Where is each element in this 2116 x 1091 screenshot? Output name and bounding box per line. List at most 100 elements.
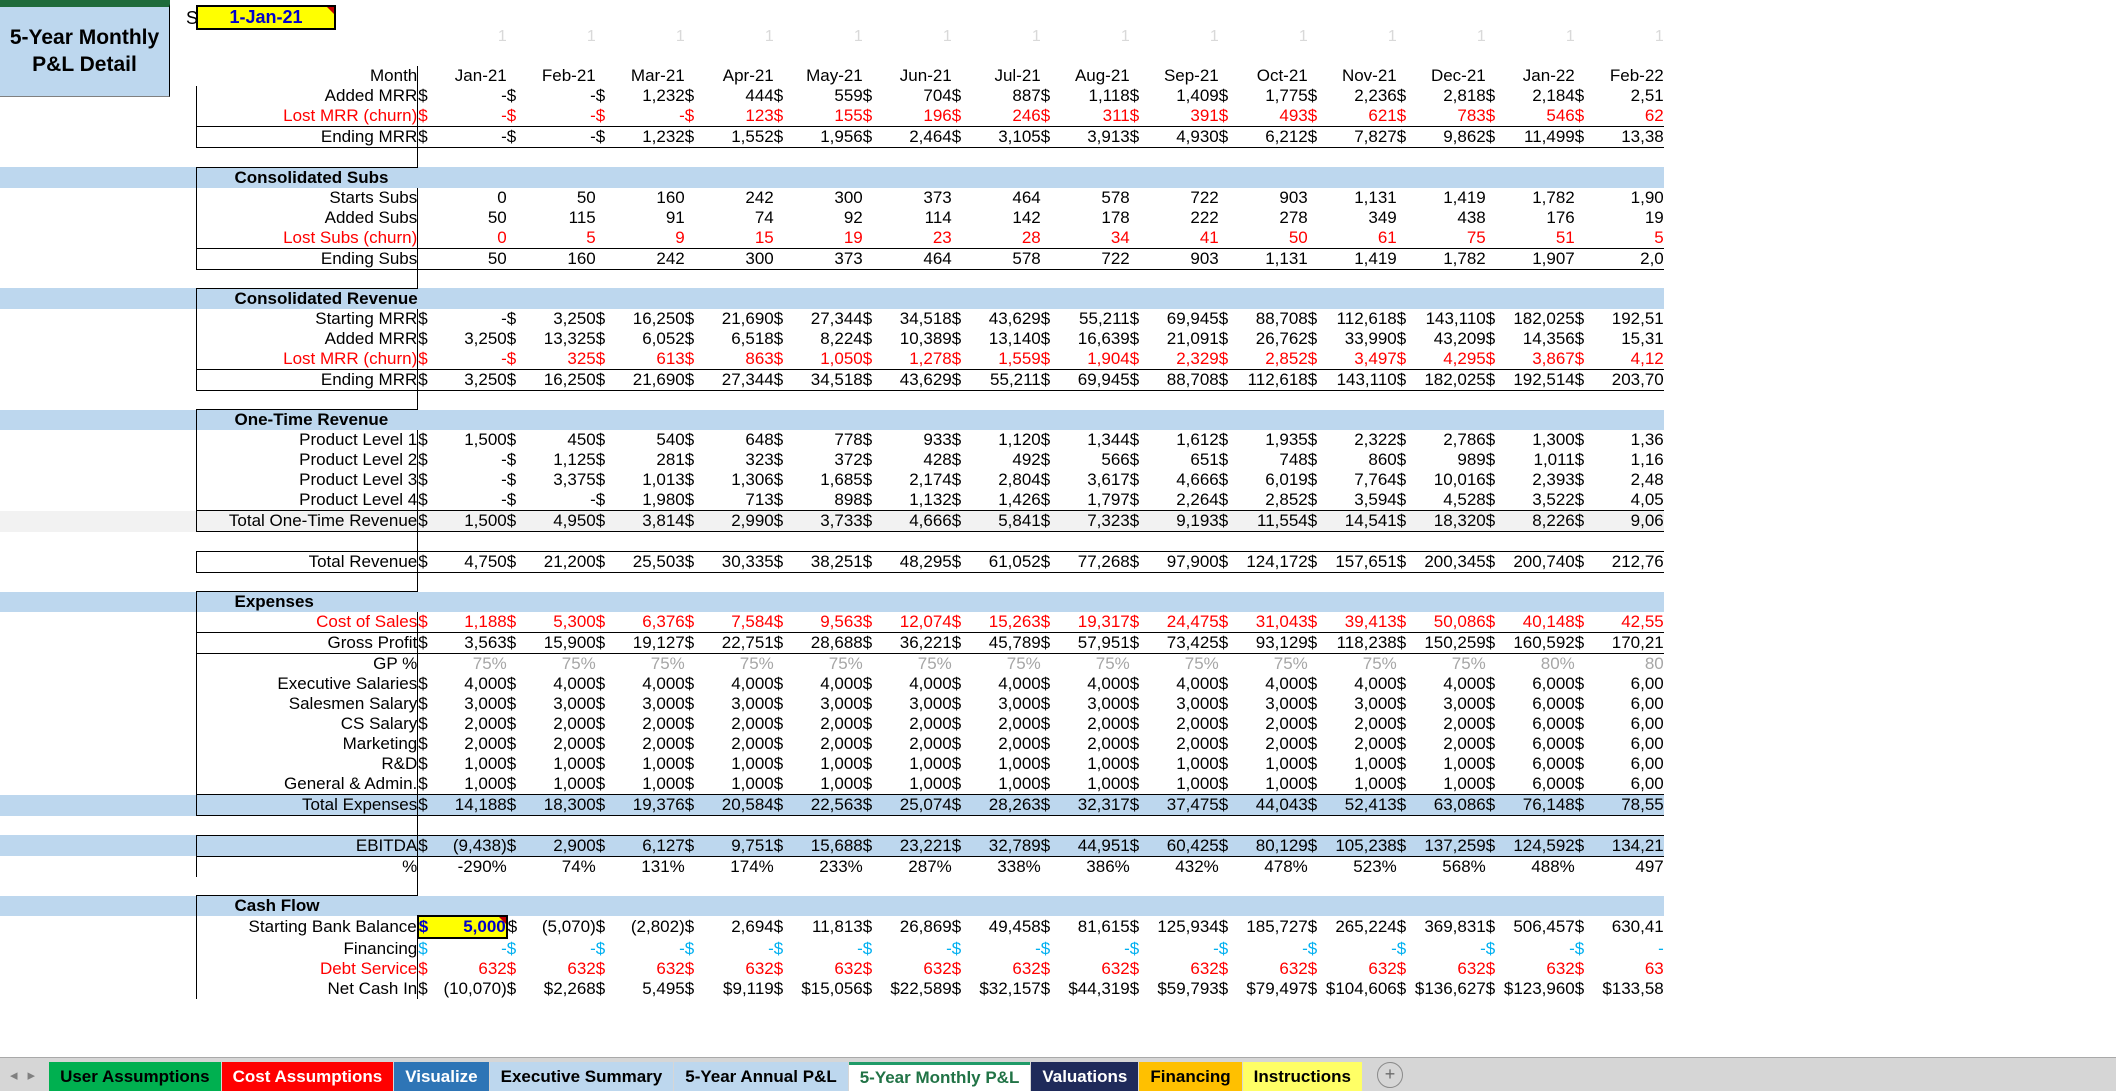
data-cell[interactable]: 2,264 bbox=[1144, 490, 1219, 511]
data-cell[interactable]: 178 bbox=[1055, 208, 1129, 228]
data-cell[interactable]: 3,000 bbox=[1144, 694, 1219, 714]
data-cell[interactable]: 131% bbox=[610, 856, 684, 877]
data-cell[interactable]: 52,413 bbox=[1321, 794, 1397, 817]
data-cell[interactable]: 26,762 bbox=[1233, 329, 1308, 349]
data-cell[interactable]: 464 bbox=[966, 188, 1040, 208]
data-cell[interactable]: 4,528 bbox=[1411, 490, 1486, 511]
data-cell[interactable]: 1,000 bbox=[1411, 754, 1486, 774]
data-cell[interactable]: 170,21 bbox=[1588, 632, 1664, 655]
data-cell[interactable]: - bbox=[966, 938, 1041, 959]
data-cell[interactable]: 9,193 bbox=[1143, 510, 1219, 533]
data-cell[interactable]: 265,224 bbox=[1322, 916, 1396, 938]
data-cell[interactable]: 464 bbox=[876, 247, 952, 270]
data-cell[interactable]: 4,295 bbox=[1411, 349, 1486, 370]
data-cell[interactable]: 19,127 bbox=[609, 632, 685, 655]
data-cell[interactable]: (9,438) bbox=[431, 834, 507, 857]
data-cell[interactable]: 6,000 bbox=[1500, 714, 1575, 734]
data-cell[interactable]: 21,690 bbox=[609, 368, 685, 391]
data-cell[interactable]: 21,690 bbox=[699, 309, 774, 329]
data-cell[interactable]: 34 bbox=[1055, 228, 1130, 249]
data-cell[interactable]: 1,000 bbox=[432, 774, 507, 795]
data-cell[interactable]: 48,295 bbox=[876, 550, 952, 573]
data-cell[interactable]: 2,000 bbox=[1411, 734, 1486, 754]
data-cell[interactable]: 19 bbox=[788, 228, 863, 249]
data-cell[interactable]: 7,323 bbox=[1054, 510, 1130, 533]
data-cell[interactable]: 3,250 bbox=[432, 329, 507, 349]
data-cell[interactable]: 4,000 bbox=[1055, 674, 1130, 694]
data-cell[interactable]: 80% bbox=[1499, 653, 1575, 675]
data-cell[interactable]: 559 bbox=[788, 86, 862, 106]
data-cell[interactable]: 13,38 bbox=[1588, 126, 1664, 149]
data-cell[interactable]: 88,708 bbox=[1143, 368, 1219, 391]
tab-nav-arrows[interactable]: ◂ ▸ bbox=[0, 1066, 49, 1091]
data-cell[interactable]: 3,913 bbox=[1054, 126, 1130, 149]
data-cell[interactable]: (10,070) bbox=[432, 979, 506, 999]
data-cell[interactable]: 14,356 bbox=[1500, 329, 1575, 349]
data-cell[interactable]: 2,000 bbox=[1233, 714, 1308, 734]
data-cell[interactable]: 2,000 bbox=[521, 734, 596, 754]
data-cell[interactable]: 6,127 bbox=[609, 834, 685, 857]
data-cell[interactable]: 143,110 bbox=[1411, 309, 1486, 329]
sheet-tab-visualize[interactable]: Visualize bbox=[394, 1062, 489, 1091]
data-cell[interactable]: 69,945 bbox=[1144, 309, 1219, 329]
data-cell[interactable]: 3,522 bbox=[1500, 490, 1575, 511]
data-cell[interactable]: 57,951 bbox=[1054, 632, 1130, 655]
data-cell[interactable]: 578 bbox=[965, 247, 1041, 270]
data-cell[interactable]: 112,618 bbox=[1232, 368, 1308, 391]
data-cell[interactable]: 300 bbox=[698, 247, 774, 270]
data-cell[interactable]: 488% bbox=[1500, 856, 1574, 877]
data-cell[interactable]: 22,563 bbox=[787, 794, 863, 817]
data-cell[interactable]: 1,000 bbox=[610, 754, 685, 774]
data-cell[interactable]: 7,764 bbox=[1322, 470, 1397, 490]
data-cell[interactable]: 4,000 bbox=[1233, 674, 1308, 694]
data-cell[interactable]: 15,688 bbox=[787, 834, 863, 857]
data-cell[interactable]: 1,188 bbox=[432, 612, 507, 633]
data-cell[interactable]: 3,497 bbox=[1322, 349, 1397, 370]
data-cell[interactable]: 3,617 bbox=[1055, 470, 1130, 490]
data-cell[interactable]: 2,000 bbox=[966, 714, 1041, 734]
data-cell[interactable]: 81,615 bbox=[1055, 916, 1130, 938]
data-cell[interactable]: 2,464 bbox=[876, 126, 952, 149]
data-cell[interactable]: 62 bbox=[1589, 106, 1664, 127]
data-cell[interactable]: 13,325 bbox=[521, 329, 596, 349]
data-cell[interactable]: 6,019 bbox=[1233, 470, 1308, 490]
data-cell[interactable]: 9 bbox=[610, 228, 684, 249]
data-cell[interactable]: 50 bbox=[1233, 228, 1308, 249]
data-cell[interactable]: 5,300 bbox=[521, 612, 596, 633]
data-cell[interactable]: 4,950 bbox=[520, 510, 596, 533]
data-cell[interactable]: - bbox=[610, 938, 685, 959]
data-cell[interactable]: 43,629 bbox=[876, 368, 952, 391]
data-cell[interactable]: - bbox=[1411, 938, 1486, 959]
data-cell[interactable]: 43,209 bbox=[1411, 329, 1486, 349]
data-cell[interactable]: 105,238 bbox=[1321, 834, 1397, 857]
data-cell[interactable]: 1,011 bbox=[1500, 450, 1574, 470]
data-cell[interactable]: 1,000 bbox=[1233, 774, 1308, 795]
data-cell[interactable]: 613 bbox=[610, 349, 684, 370]
data-cell[interactable]: 9,862 bbox=[1410, 126, 1486, 149]
data-cell[interactable]: 1,612 bbox=[1144, 430, 1219, 450]
data-cell[interactable]: 51 bbox=[1500, 228, 1575, 249]
data-cell[interactable]: 75 bbox=[1411, 228, 1486, 249]
data-cell[interactable]: 3,000 bbox=[1055, 694, 1130, 714]
data-cell[interactable]: 1,782 bbox=[1500, 188, 1575, 208]
data-cell[interactable]: 860 bbox=[1322, 450, 1396, 470]
data-cell[interactable]: $123,960 bbox=[1500, 979, 1575, 999]
data-cell[interactable]: $104,606 bbox=[1322, 979, 1397, 999]
data-cell[interactable]: 242 bbox=[699, 188, 773, 208]
data-cell[interactable]: 903 bbox=[1233, 188, 1307, 208]
data-cell[interactable]: 75% bbox=[698, 653, 774, 675]
data-cell[interactable]: 80,129 bbox=[1232, 834, 1308, 857]
data-cell[interactable]: 2,818 bbox=[1411, 86, 1486, 106]
data-cell[interactable]: 115 bbox=[521, 208, 596, 228]
data-cell[interactable]: - bbox=[521, 938, 596, 959]
data-cell[interactable]: 1,000 bbox=[1055, 774, 1130, 795]
data-cell[interactable]: 4,05 bbox=[1589, 490, 1664, 511]
data-cell[interactable]: - bbox=[1144, 938, 1219, 959]
data-cell[interactable]: 182,025 bbox=[1500, 309, 1574, 329]
data-cell[interactable]: 568% bbox=[1411, 856, 1485, 877]
data-cell[interactable]: 2,000 bbox=[877, 714, 952, 734]
data-cell[interactable]: 20,584 bbox=[698, 794, 774, 817]
data-cell[interactable]: 8,226 bbox=[1499, 510, 1575, 533]
data-cell[interactable]: 5,000 bbox=[431, 915, 508, 940]
data-cell[interactable]: 632 bbox=[877, 959, 951, 979]
